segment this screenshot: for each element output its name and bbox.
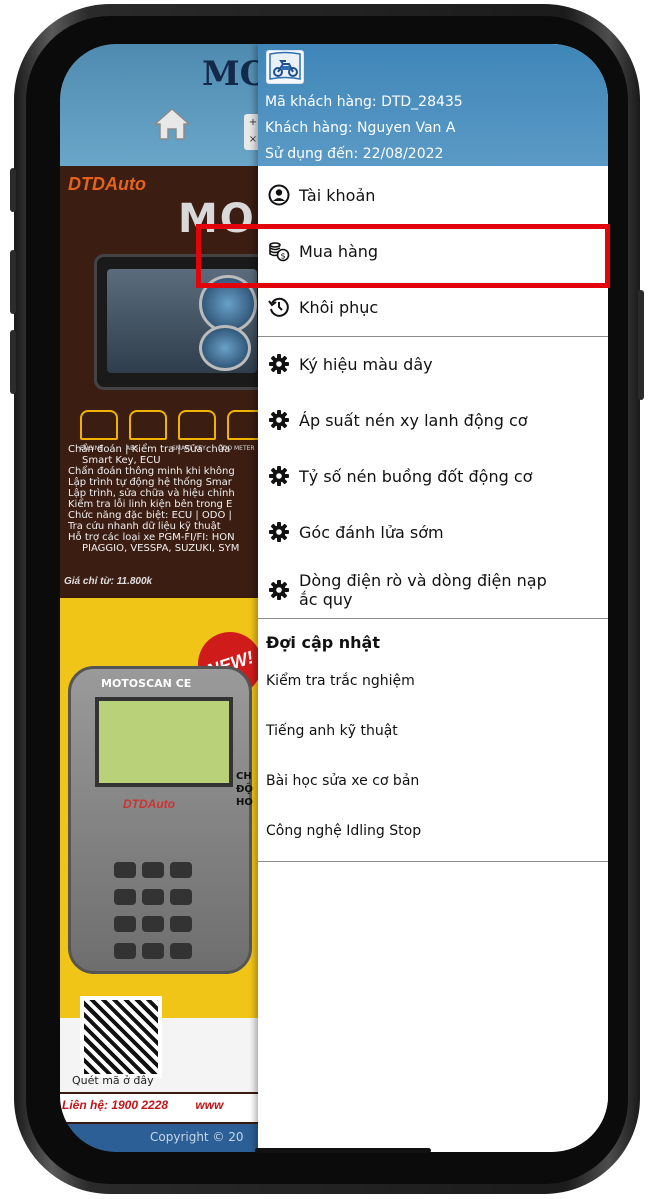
motorbike-logo-icon [266,50,304,84]
feature-item: PIAGGIO, VESSPA, SUZUKI, SYM [82,543,240,554]
menu-item-basic-repair-lessons[interactable]: Bài học sửa xe cơ bản [266,773,419,789]
feature-item: Lập trình tự động hệ thống Smar [68,477,232,488]
customer-code: Mã khách hàng: DTD_28435 [265,94,463,110]
gear-icon [268,521,290,543]
device-label: MOTOSCAN CE [101,677,192,690]
gear-icon [268,409,290,431]
promo-heading-line: CH [236,771,252,782]
highlight-box [196,224,610,288]
home-indicator[interactable] [255,1148,431,1153]
phone-volume-down-button [10,330,16,394]
menu-item-idling-stop[interactable]: Công nghệ Idling Stop [266,823,421,839]
device-brand: DTDAuto [123,797,175,811]
feature-item: Chức năng đặc biệt: ECU | ODO | [68,510,232,521]
menu-item-compression-pressure[interactable]: Áp suất nén xy lanh động cơ [258,393,608,447]
feature-item: Chẩn đoán | Kiểm tra | Sửa chữa [68,444,231,455]
promo-heading-cut: CH ĐỘ HO [236,770,253,809]
menu-item-ignition-timing[interactable]: Góc đánh lửa sớm [258,505,608,559]
phone-side-button [10,168,16,212]
gear-icon [268,465,290,487]
promo-heading-line: HO [236,797,253,808]
section-title-pending: Đợi cập nhật [266,633,380,652]
scanner-device-image: MOTOSCAN CE DTDAuto [68,666,252,974]
home-icon[interactable] [152,106,192,142]
feature-item: Hỗ trợ các loại xe PGM-FI/FI: HON [68,532,235,543]
contact-website[interactable]: www [195,1098,223,1112]
menu-item-account[interactable]: Tài khoản [258,168,608,222]
smart-key-icon [178,410,216,440]
side-drawer: Mã khách hàng: DTD_28435 Khách hàng: Ngu… [258,44,608,1152]
menu-item-wire-color-codes[interactable]: Ký hiệu màu dây [258,337,608,391]
menu-item-label: Tài khoản [299,185,376,205]
menu-item-label-line1: Dòng điện rò và dòng điện nạp [299,571,547,590]
phone-power-button [638,290,644,400]
feature-item: Smart Key, ECU [82,455,161,466]
abs-icon [129,410,167,440]
menu-item-restore[interactable]: Khôi phục [258,280,608,334]
menu-item-label: Áp suất nén xy lanh động cơ [299,410,528,430]
menu-item-label: Tỷ số nén buồng đốt động cơ [299,466,533,486]
history-icon [268,296,290,318]
feature-item: Lập trình, sửa chữa và hiệu chỉnh [68,488,235,499]
device-screen [95,697,233,787]
menu-item-label-line2: ắc quy [299,590,353,609]
menu-item-label: Góc đánh lửa sớm [299,522,444,542]
qr-label: Quét mã ở đây [72,1074,154,1087]
drawer-header: Mã khách hàng: DTD_28435 Khách hàng: Ngu… [258,44,608,166]
menu-item-quiz[interactable]: Kiểm tra trắc nghiệm [266,673,415,689]
feature-list: Chẩn đoán | Kiểm tra | Sửa chữa Smart Ke… [68,444,268,554]
feature-item: Kiểm tra lỗi linh kiện bên trong E [68,499,233,510]
device-keypad [111,859,211,967]
phone-volume-up-button [10,250,16,314]
menu-item-compression-ratio[interactable]: Tỷ số nén buồng đốt động cơ [258,449,608,503]
menu-item-technical-english[interactable]: Tiếng anh kỹ thuật [266,723,398,739]
gear-icon [268,579,290,601]
menu-item-battery-current[interactable]: Dòng điện rò và dòng điện nạp ắc quy [258,562,608,618]
promo-heading-line: ĐỘ [236,784,253,795]
customer-name: Khách hàng: Nguyen Van A [265,120,456,136]
engine-icon [80,410,118,440]
menu-item-label: Ký hiệu màu dây [299,354,433,374]
feature-item: Tra cứu nhanh dữ liệu kỹ thuật [68,521,221,532]
contact-phone[interactable]: Liên hệ: 1900 2228 [62,1098,168,1112]
gear-icon [268,353,290,375]
menu-item-label: Khôi phục [299,297,379,317]
qr-code[interactable] [80,996,162,1078]
menu-divider [258,861,608,862]
subscription-expiry: Sử dụng đến: 22/08/2022 [265,146,444,162]
feature-item: Chẩn đoán thông minh khi không [68,466,235,477]
phone-screen: MO + × DTDAuto MO ENGINE ABS SMART KEY ODO … [60,44,608,1152]
menu-divider [258,618,608,619]
user-circle-icon [268,184,290,206]
brand-logo: DTDAuto [68,174,146,194]
menu-item-label: Dòng điện rò và dòng điện nạp ắc quy [299,571,547,609]
